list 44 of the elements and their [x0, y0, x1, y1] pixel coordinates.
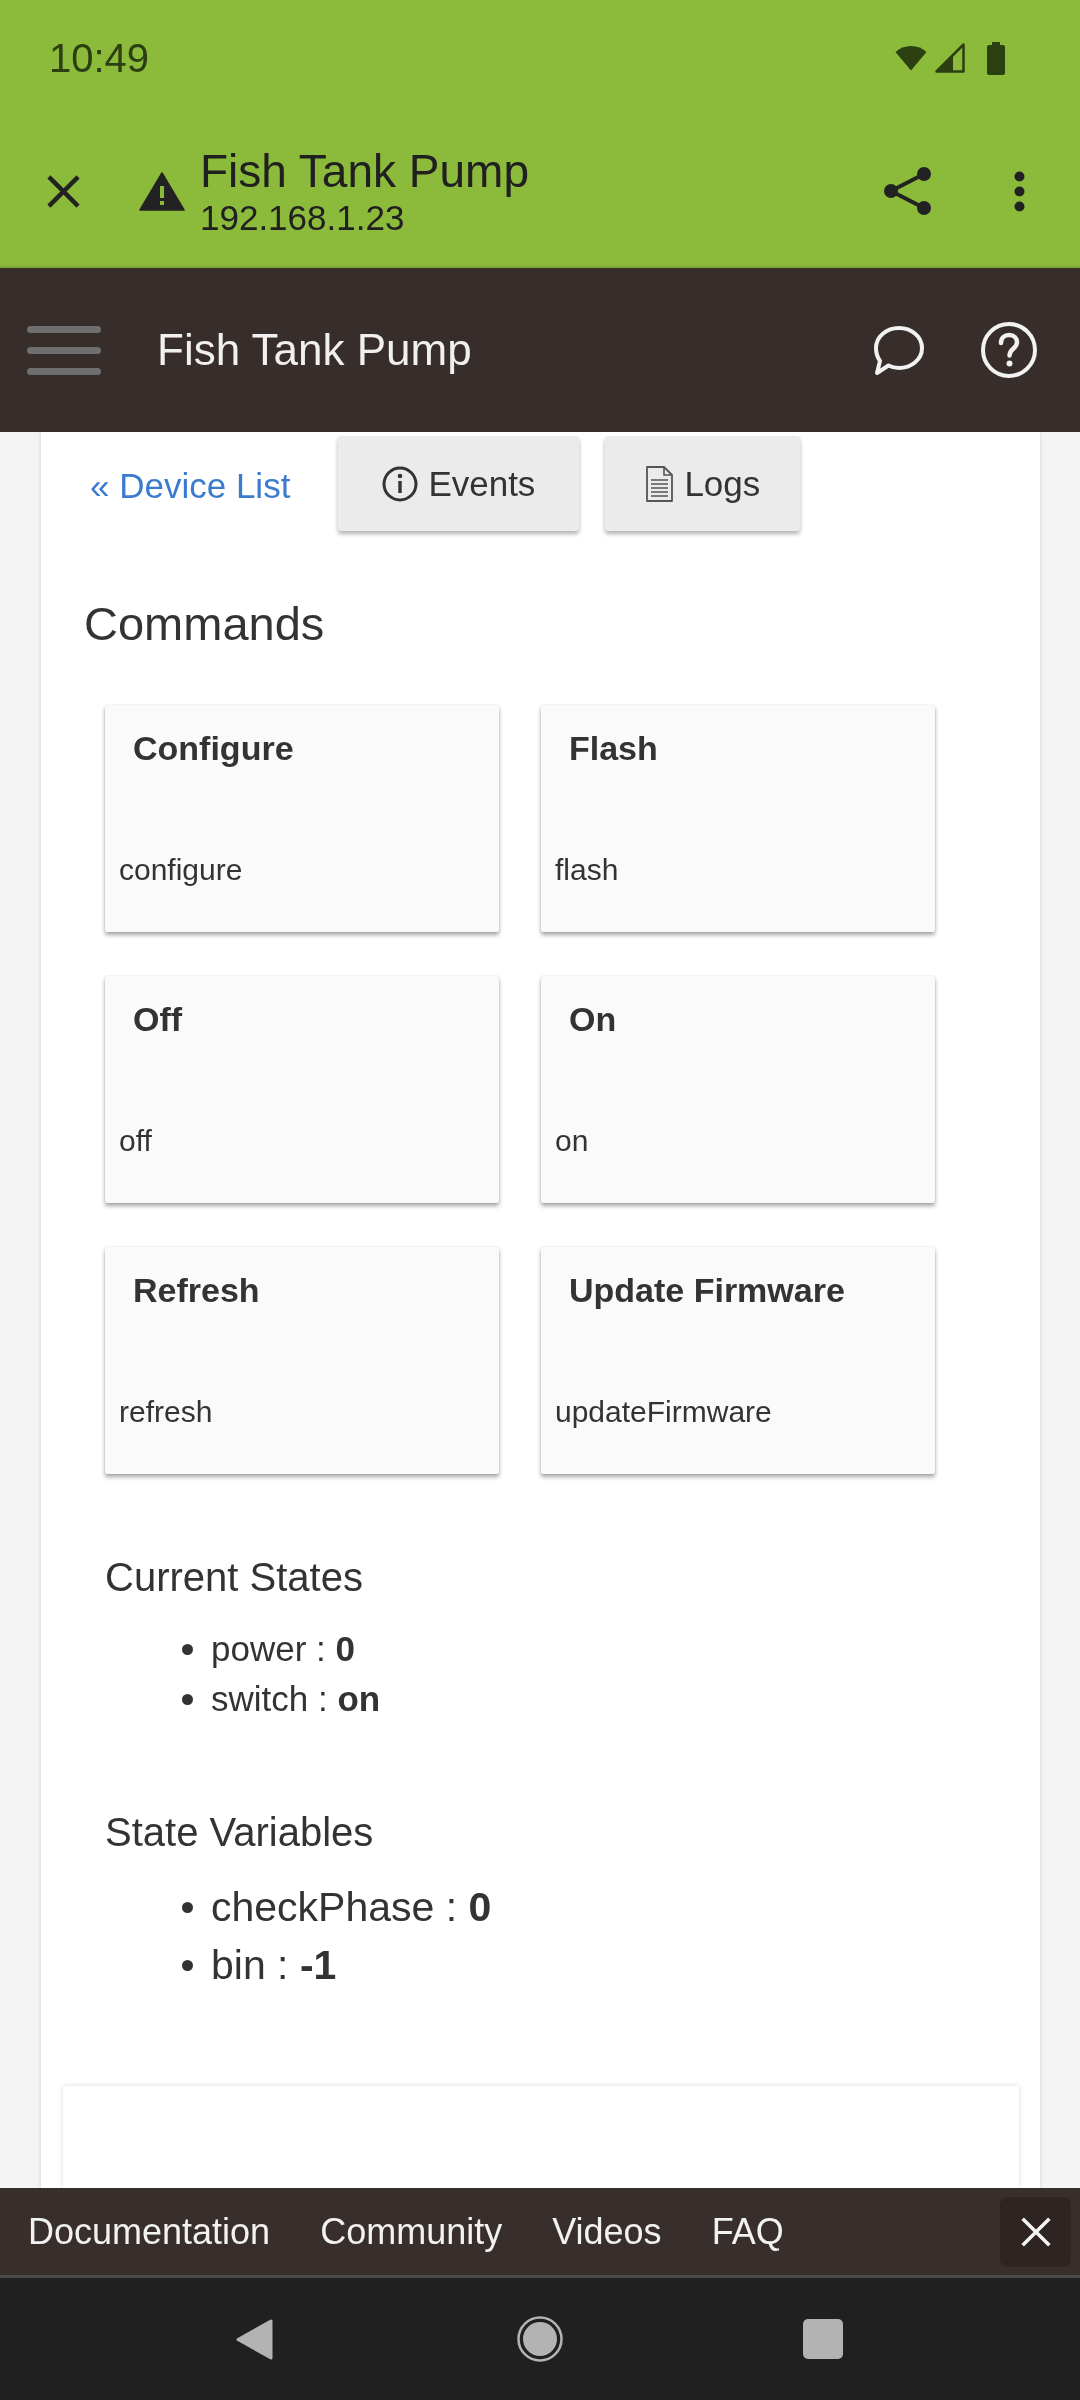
app-title: Fish Tank Pump: [157, 324, 472, 376]
close-button[interactable]: [1000, 2196, 1071, 2267]
bullet-icon: [182, 1693, 193, 1705]
section-heading: Commands: [84, 596, 326, 652]
command-button[interactable]: On on: [541, 976, 935, 1203]
back-icon[interactable]: [235, 2317, 273, 2361]
status-time: 10:49: [49, 35, 150, 81]
logs-button[interactable]: Logs: [605, 436, 801, 531]
help-icon[interactable]: [981, 322, 1037, 378]
close-icon: [1019, 2215, 1052, 2248]
state-item: power : 0: [211, 1628, 355, 1670]
info-icon: [382, 465, 419, 502]
events-button[interactable]: Events: [338, 436, 580, 531]
home-icon[interactable]: [517, 2316, 563, 2362]
bullet-icon: [182, 1643, 193, 1655]
menu-icon[interactable]: [27, 325, 101, 375]
wifi-icon: [895, 45, 927, 71]
section-heading: Current States: [105, 1554, 364, 1601]
state-item: switch : on: [211, 1678, 381, 1720]
state-item: bin : -1: [211, 1941, 337, 1990]
chat-icon[interactable]: [873, 324, 925, 376]
command-button[interactable]: Configure configure: [105, 705, 499, 932]
battery-icon: [987, 41, 1005, 75]
warning-icon[interactable]: [139, 171, 185, 211]
close-icon[interactable]: [46, 173, 81, 209]
command-button[interactable]: Off off: [105, 976, 499, 1203]
document-icon: [645, 465, 675, 502]
command-button[interactable]: Update Firmware updateFirmware: [541, 1247, 935, 1474]
bullet-icon: [182, 1901, 193, 1913]
device-list-link[interactable]: « Device List: [90, 466, 291, 506]
footer-link[interactable]: Documentation: [28, 2210, 271, 2253]
footer-link[interactable]: FAQ: [711, 2210, 784, 2253]
footer-link[interactable]: Community: [320, 2210, 503, 2253]
bullet-icon: [182, 1959, 193, 1971]
command-button[interactable]: Refresh refresh: [105, 1247, 499, 1474]
page-url: 192.168.1.23: [200, 198, 406, 238]
command-button[interactable]: Flash flash: [541, 705, 935, 932]
section-heading: State Variables: [105, 1809, 375, 1856]
signal-icon: [935, 43, 965, 73]
page-title: Fish Tank Pump: [200, 144, 529, 198]
footer-link[interactable]: Videos: [552, 2210, 662, 2253]
state-item: checkPhase : 0: [211, 1883, 492, 1932]
share-icon[interactable]: [883, 167, 932, 215]
more-options-icon[interactable]: [1014, 170, 1025, 212]
